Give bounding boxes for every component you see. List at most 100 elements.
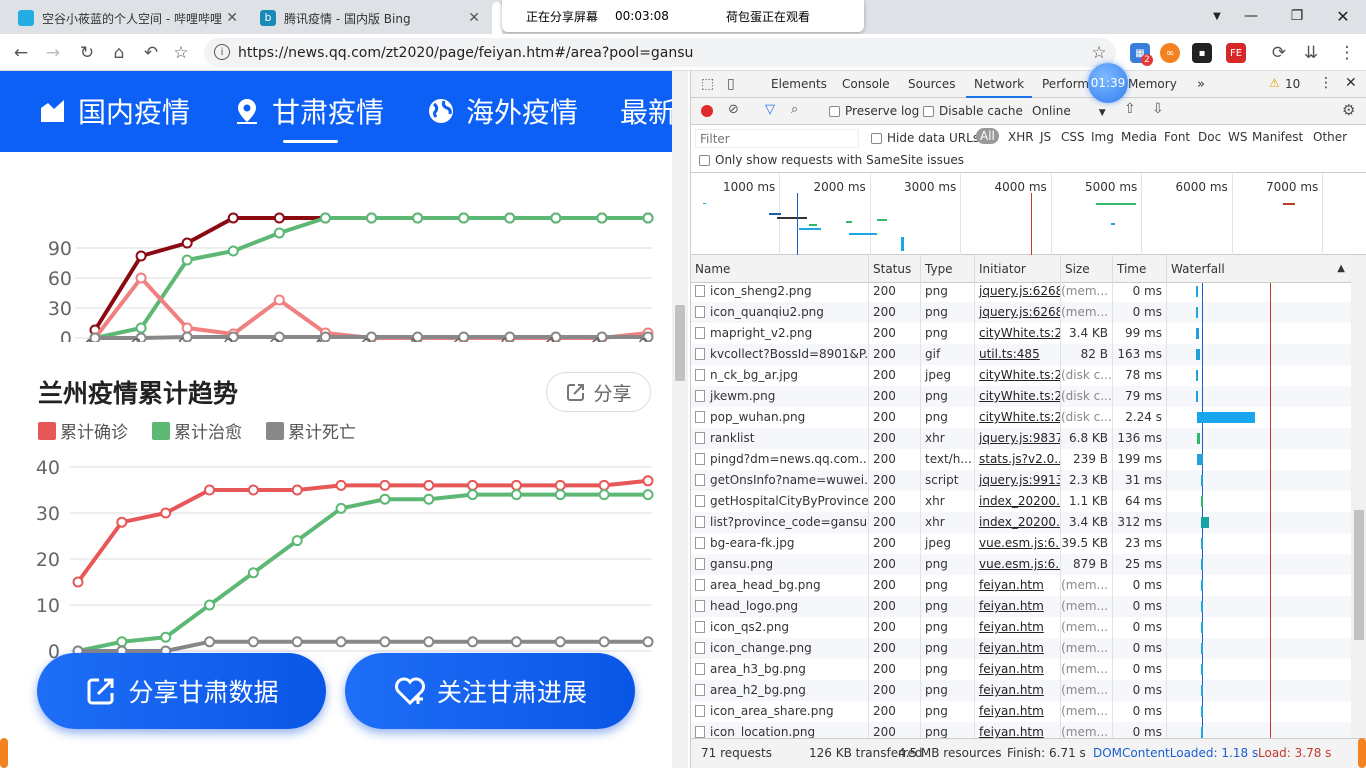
col-time[interactable]: Time — [1113, 255, 1167, 283]
warning-count[interactable]: 10 — [1285, 77, 1300, 91]
cell-initiator[interactable]: cityWhite.ts:22 — [975, 407, 1061, 428]
type-filter-manifest[interactable]: Manifest — [1252, 130, 1303, 144]
site-info-icon[interactable]: i — [214, 44, 230, 60]
legend-deaths[interactable]: 累计死亡 — [266, 418, 356, 443]
tab-performance[interactable]: Perform — [1042, 77, 1089, 91]
nav-overseas[interactable]: 海外疫情 — [426, 91, 578, 131]
disable-cache-checkbox[interactable]: Disable cache — [923, 104, 1023, 118]
scrollbar-thumb[interactable] — [675, 305, 685, 381]
cell-initiator[interactable]: util.ts:485 — [975, 344, 1061, 365]
close-window-icon[interactable]: ✕ — [1320, 0, 1366, 32]
table-row[interactable]: mapright_v2.png 200 png cityWhite.ts:22 3.4 … — [691, 323, 1351, 344]
table-row[interactable]: icon_change.png 200 png feiyan.htm (mem... 0 … — [691, 638, 1351, 659]
table-row[interactable]: icon_quanqiu2.png 200 png jquery.js:6268 (me… — [691, 302, 1351, 323]
more-tabs-icon[interactable]: » — [1197, 77, 1205, 92]
table-row[interactable]: ranklist 200 xhr jquery.js:9837 6.8 KB 136 ms — [691, 428, 1351, 449]
cell-initiator[interactable]: feiyan.htm — [975, 701, 1061, 722]
tab-sources[interactable]: Sources — [908, 77, 955, 91]
table-row[interactable]: list?province_code=gansu... 200 xhr index_2… — [691, 512, 1351, 533]
table-row[interactable]: area_head_bg.png 200 png feiyan.htm (mem... 0… — [691, 575, 1351, 596]
page-scrollbar[interactable] — [672, 71, 688, 768]
cell-initiator[interactable]: feiyan.htm — [975, 596, 1061, 617]
nav-domestic[interactable]: 国内疫情 — [38, 91, 190, 131]
table-row[interactable]: icon_location.png 200 png feiyan.htm (mem...… — [691, 722, 1351, 738]
type-filter-media[interactable]: Media — [1121, 130, 1157, 144]
forward-icon[interactable]: → — [42, 42, 64, 64]
type-filter-all[interactable]: All — [976, 128, 999, 144]
table-row[interactable]: kvcollect?BossId=8901&P... 200 gif util.ts:… — [691, 344, 1351, 365]
restore-icon[interactable]: ❐ — [1274, 0, 1320, 32]
table-row[interactable]: getOnsInfo?name=wuwei... 200 script jquery.… — [691, 470, 1351, 491]
close-devtools-icon[interactable]: ✕ — [1345, 75, 1357, 91]
inspect-element-icon[interactable]: ⬚ — [701, 76, 714, 92]
table-row[interactable]: head_logo.png 200 png feiyan.htm (mem... 0 ms — [691, 596, 1351, 617]
cell-initiator[interactable]: cityWhite.ts:22 — [975, 323, 1061, 344]
address-bar[interactable]: i https://news.qq.com/zt2020/page/feiyan… — [204, 38, 1116, 67]
type-filter-img[interactable]: Img — [1091, 130, 1114, 144]
cell-initiator[interactable]: feiyan.htm — [975, 659, 1061, 680]
cell-initiator[interactable]: vue.esm.js:6... — [975, 554, 1061, 575]
back-icon[interactable]: ← — [10, 42, 32, 64]
col-size[interactable]: Size — [1061, 255, 1113, 283]
device-toolbar-icon[interactable]: ▯ — [727, 76, 735, 92]
bookmark-star-icon[interactable]: ☆ — [170, 42, 192, 64]
filter-input[interactable] — [695, 129, 859, 148]
table-row[interactable]: bg-eara-fk.jpg 200 jpeg vue.esm.js:6... 39.5… — [691, 533, 1351, 554]
type-filter-other[interactable]: Other — [1313, 130, 1347, 144]
samesite-checkbox[interactable]: Only show requests with SameSite issues — [699, 153, 964, 167]
cell-initiator[interactable]: jquery.js:6268 — [975, 302, 1061, 323]
clear-icon[interactable]: ⊘ — [728, 102, 739, 117]
import-har-icon[interactable]: ⇧ — [1124, 101, 1136, 117]
cell-initiator[interactable]: index_20200... — [975, 491, 1061, 512]
table-row[interactable]: gansu.png 200 png vue.esm.js:6... 879 B 25 ms — [691, 554, 1351, 575]
legend-confirmed[interactable]: 累计确诊 — [38, 418, 128, 443]
table-row[interactable]: getHospitalCityByProvince 200 xhr index_202… — [691, 491, 1351, 512]
cell-initiator[interactable]: jquery.js:9913 — [975, 470, 1061, 491]
undo-icon[interactable]: ↶ — [140, 42, 162, 64]
table-row[interactable]: icon_area_share.png 200 png feiyan.htm (mem.… — [691, 701, 1351, 722]
scrollbar-thumb[interactable] — [1354, 510, 1364, 640]
export-har-icon[interactable]: ⇩ — [1152, 101, 1164, 117]
tab-console[interactable]: Console — [842, 77, 890, 91]
browser-tab-bilibili[interactable]: 空谷小莜蓝的个人空间 - 哔哩哔哩 ✕ — [8, 2, 248, 34]
share-gansu-data-button[interactable]: 分享甘肃数据 — [37, 653, 326, 729]
cell-initiator[interactable]: index_20200... — [975, 512, 1061, 533]
record-icon[interactable] — [701, 105, 713, 117]
settings-gear-icon[interactable]: ⚙ — [1342, 101, 1355, 119]
cell-initiator[interactable]: cityWhite.ts:22 — [975, 386, 1061, 407]
recording-timer-bubble[interactable]: 01:39 — [1088, 63, 1128, 103]
share-button[interactable]: 分享 — [546, 372, 651, 412]
search-icon[interactable]: ⌕ — [791, 102, 798, 117]
cell-initiator[interactable]: stats.js?v2.0... — [975, 449, 1061, 470]
type-filter-css[interactable]: CSS — [1061, 130, 1085, 144]
table-row[interactable]: icon_qs2.png 200 png feiyan.htm (mem... 0 ms — [691, 617, 1351, 638]
cell-initiator[interactable]: vue.esm.js:6... — [975, 533, 1061, 554]
type-filter-ws[interactable]: WS — [1228, 130, 1247, 144]
col-type[interactable]: Type — [921, 255, 975, 283]
downloads-icon[interactable]: ⇊ — [1300, 42, 1322, 64]
table-scrollbar[interactable] — [1351, 255, 1366, 738]
cell-initiator[interactable]: feiyan.htm — [975, 575, 1061, 596]
cast-icon[interactable]: ⟳ — [1268, 42, 1290, 64]
type-filter-xhr[interactable]: XHR — [1008, 130, 1034, 144]
col-initiator[interactable]: Initiator — [975, 255, 1061, 283]
network-overview-timeline[interactable]: 1000 ms 2000 ms 3000 ms 4000 ms 5000 ms 6000 … — [691, 173, 1366, 255]
nav-latest[interactable]: 最新 — [620, 91, 672, 131]
preserve-log-checkbox[interactable]: Preserve log — [829, 104, 919, 118]
tab-elements[interactable]: Elements — [771, 77, 827, 91]
table-row[interactable]: pop_wuhan.png 200 png cityWhite.ts:22 (disk … — [691, 407, 1351, 428]
reload-icon[interactable]: ↻ — [76, 42, 98, 64]
cell-initiator[interactable]: feiyan.htm — [975, 638, 1061, 659]
nav-gansu[interactable]: 甘肃疫情 — [232, 91, 384, 131]
col-waterfall[interactable]: Waterfall ▲ — [1167, 255, 1351, 283]
table-row[interactable]: area_h2_bg.png 200 png feiyan.htm (mem... 0 m… — [691, 680, 1351, 701]
legend-cured[interactable]: 累计治愈 — [152, 418, 242, 443]
cell-initiator[interactable]: feiyan.htm — [975, 617, 1061, 638]
table-row[interactable]: jkewm.png 200 png cityWhite.ts:22 (disk c...… — [691, 386, 1351, 407]
type-filter-doc[interactable]: Doc — [1198, 130, 1221, 144]
type-filter-js[interactable]: JS — [1040, 130, 1051, 144]
cell-initiator[interactable]: jquery.js:9837 — [975, 428, 1061, 449]
browser-tab-active[interactable] — [492, 2, 502, 34]
close-tab-icon[interactable]: ✕ — [468, 10, 480, 26]
follow-gansu-button[interactable]: 关注甘肃进展 — [345, 653, 635, 729]
